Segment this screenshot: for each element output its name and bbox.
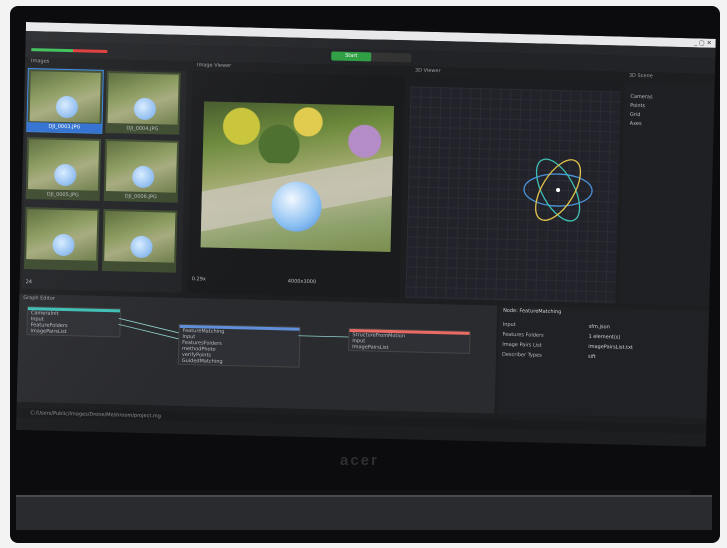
balloon-subject xyxy=(270,181,323,233)
thumbnail-image xyxy=(105,141,178,193)
graph-node-port[interactable]: ImagePairsList xyxy=(27,328,119,336)
start-toggle-label: Start xyxy=(331,51,372,62)
images-gallery: DJI_0003.JPG DJI_0004.JPG DJI_0005.JPG DJI_… xyxy=(21,67,187,293)
window-controls[interactable]: _ ▢ ✕ xyxy=(694,39,712,46)
image-thumbnail[interactable]: DJI_0003.JPG xyxy=(26,68,104,134)
thumbnail-caption: DJI_0003.JPG xyxy=(27,122,102,133)
thumbnail-caption: DJI_0005.JPG xyxy=(46,191,79,199)
thumbnail-caption xyxy=(24,260,98,271)
thumbnail-image xyxy=(27,139,100,191)
attrs-title: Node: FeatureMatching xyxy=(503,307,562,316)
thumbnail-image xyxy=(104,210,176,263)
thumbnail-image xyxy=(29,71,101,123)
attribute-editor: Node: FeatureMatching Input sfm.json Featu… xyxy=(496,305,710,419)
image-thumbnail[interactable] xyxy=(101,208,178,273)
attribute-label: Image Pairs List xyxy=(502,341,542,349)
graph-edge xyxy=(298,335,349,338)
scene-item[interactable]: Points xyxy=(630,103,645,109)
image-thumbnail[interactable]: DJI_0004.JPG xyxy=(105,70,181,135)
image-count: 24 xyxy=(25,279,33,286)
screen: _ ▢ ✕ Start Images Image Viewer 3D Viewe… xyxy=(16,22,716,447)
graph-editor[interactable]: Graph Editor CameraInit Input FeatureFolde… xyxy=(16,293,498,414)
attribute-label: Input xyxy=(502,321,516,329)
graph-edge xyxy=(118,317,179,334)
scene-item[interactable]: Axes xyxy=(630,121,642,127)
attribute-value[interactable]: imagePairsList.txt xyxy=(588,344,633,351)
image-viewer[interactable]: 0.29x 4000x3000 xyxy=(187,71,405,299)
attribute-value[interactable]: sift xyxy=(588,354,596,360)
graph-edge xyxy=(118,323,179,340)
scene-outline: Cameras Points Grid Axes xyxy=(619,81,715,306)
viewer-zoom: 0.29x xyxy=(191,276,206,283)
graph-node[interactable]: StructureFromMotion Input ImagePairsList xyxy=(348,327,471,354)
image-thumbnail[interactable]: DJI_0005.JPG xyxy=(25,137,102,201)
thumbnail-caption xyxy=(102,262,176,273)
attribute-label: Describer Types xyxy=(501,351,542,359)
scene-item[interactable]: Grid xyxy=(630,112,641,118)
image-thumbnail[interactable] xyxy=(23,207,100,271)
thumbnail-caption: DJI_0004.JPG xyxy=(126,125,159,133)
viewer-3d[interactable] xyxy=(405,76,621,304)
thumbnail-image xyxy=(26,209,98,261)
attribute-label: Features Folders xyxy=(502,331,544,339)
status-path: C:/Users/Public/Images/Drone/Meshroom/pr… xyxy=(30,410,162,420)
laptop-hinge xyxy=(16,495,712,530)
images-panel-title: Images xyxy=(30,58,50,65)
orbit-gizmo xyxy=(523,158,593,222)
thumbnail-caption: DJI_0006.JPG xyxy=(124,193,157,201)
thumbnail-image xyxy=(107,73,179,125)
graph-node[interactable]: CameraInit Input FeatureFolders ImagePairsL… xyxy=(26,306,122,338)
attribute-value[interactable]: 1 element(s) xyxy=(588,334,620,341)
attribute-value[interactable]: sfm.json xyxy=(589,324,610,331)
scene-item[interactable]: Cameras xyxy=(630,94,652,101)
image-thumbnail[interactable]: DJI_0006.JPG xyxy=(103,138,180,203)
drone-photo xyxy=(200,101,395,252)
graph-node[interactable]: FeatureMatching Input FeaturesFolders metho… xyxy=(177,323,301,368)
laptop-brand-logo: acer xyxy=(340,452,379,469)
start-toggle[interactable]: Start xyxy=(331,51,412,63)
viewer-resolution: 4000x3000 xyxy=(287,278,317,286)
graph-panel-title: Graph Editor xyxy=(23,295,56,302)
